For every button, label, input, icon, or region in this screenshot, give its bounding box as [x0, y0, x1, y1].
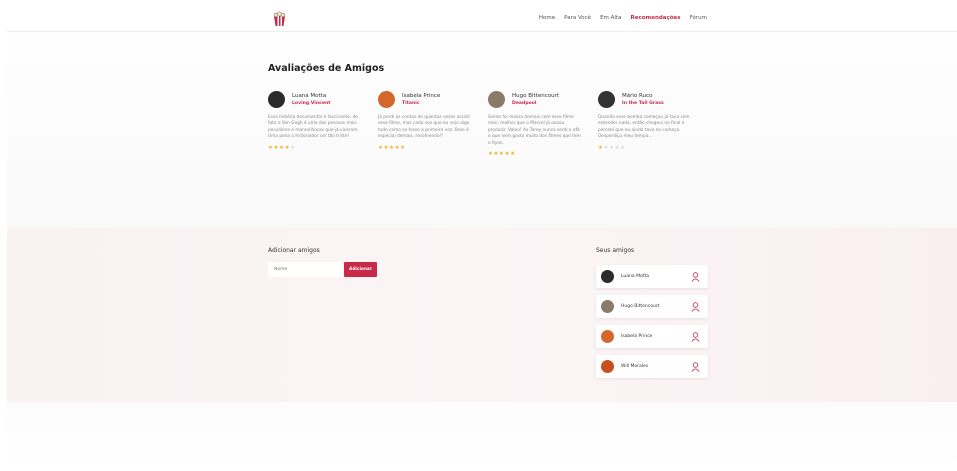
nav-link-recomendacoes[interactable]: Recomendações [630, 15, 680, 21]
review-card: Hugo Bittencourt Deadpool Gente foi mass… [488, 91, 583, 157]
review-movie-title[interactable]: Deadpool [512, 101, 559, 106]
friends-list-title: Seus amigos [596, 247, 635, 254]
add-friend-button[interactable]: Adicionar [344, 262, 377, 277]
nav-link-home[interactable]: Home [539, 15, 555, 21]
avatar [598, 91, 615, 108]
friends-section: Adicionar amigos Adicionar Seus amigos L… [7, 228, 957, 402]
review-movie-title[interactable]: Loving Vincent [292, 101, 330, 106]
review-text: Essa história documental é fascinante, d… [268, 115, 359, 140]
remove-friend-icon[interactable] [691, 331, 700, 342]
review-card: Mário Ruco In the Tall Grass Quando esse… [598, 91, 693, 151]
friend-card[interactable]: Isabela Prince [596, 325, 708, 348]
friend-name: Luana Motta [621, 274, 649, 279]
reviewer-name[interactable]: Mário Ruco [622, 93, 664, 99]
review-movie-title[interactable]: Titanic [402, 101, 440, 106]
star-rating: ★★★★★ [378, 144, 406, 151]
friend-card[interactable]: Luana Motta [596, 265, 708, 288]
avatar [601, 300, 614, 313]
review-text: Quando esse bomba começou já tava sem en… [598, 115, 690, 140]
nav-link-para-voce[interactable]: Para Você [564, 15, 591, 21]
star-rating: ★★★★★ [268, 144, 296, 151]
avatar [601, 330, 614, 343]
reviews-section-title: Avaliações de Amigos [268, 63, 385, 74]
reviewer-name[interactable]: Isabela Prince [402, 93, 440, 99]
navbar: Home Para Você Em Alta Recomendações Fór… [7, 8, 957, 32]
friend-name: Isabela Prince [621, 334, 653, 339]
friend-card[interactable]: Will Morales [596, 355, 708, 378]
avatar [488, 91, 505, 108]
avatar [268, 91, 285, 108]
review-text: Gente foi massa demais com esse filme ma… [488, 115, 581, 146]
page: Home Para Você Em Alta Recomendações Fór… [7, 8, 957, 471]
remove-friend-icon[interactable] [691, 361, 700, 372]
review-text: Já perdi as contas de quantas vezes assi… [378, 115, 471, 140]
avatar [378, 91, 395, 108]
reviews-list: Luana Motta Loving Vincent Essa história… [268, 91, 718, 191]
avatar [601, 270, 614, 283]
review-card: Luana Motta Loving Vincent Essa história… [268, 91, 363, 151]
nav-links: Home Para Você Em Alta Recomendações Fór… [539, 15, 707, 21]
nav-link-em-alta[interactable]: Em Alta [600, 15, 621, 21]
avatar [601, 360, 614, 373]
star-rating: ★★★★★ [488, 151, 516, 158]
remove-friend-icon[interactable] [691, 301, 700, 312]
reviewer-name[interactable]: Luana Motta [292, 93, 330, 99]
friend-name-input[interactable] [268, 262, 343, 277]
friend-name: Will Morales [621, 364, 649, 369]
friend-card[interactable]: Hugo Bittencourt [596, 295, 708, 318]
review-card: Isabela Prince Titanic Já perdi as conta… [378, 91, 473, 151]
add-friends-title: Adicionar amigos [268, 247, 320, 254]
review-movie-title[interactable]: In the Tall Grass [622, 101, 664, 106]
remove-friend-icon[interactable] [691, 271, 700, 282]
reviewer-name[interactable]: Hugo Bittencourt [512, 93, 559, 99]
friend-name: Hugo Bittencourt [621, 304, 660, 309]
nav-link-forum[interactable]: Fórum [690, 15, 707, 21]
popcorn-logo-icon[interactable] [272, 11, 287, 27]
star-rating: ★★★★★ [598, 144, 626, 151]
